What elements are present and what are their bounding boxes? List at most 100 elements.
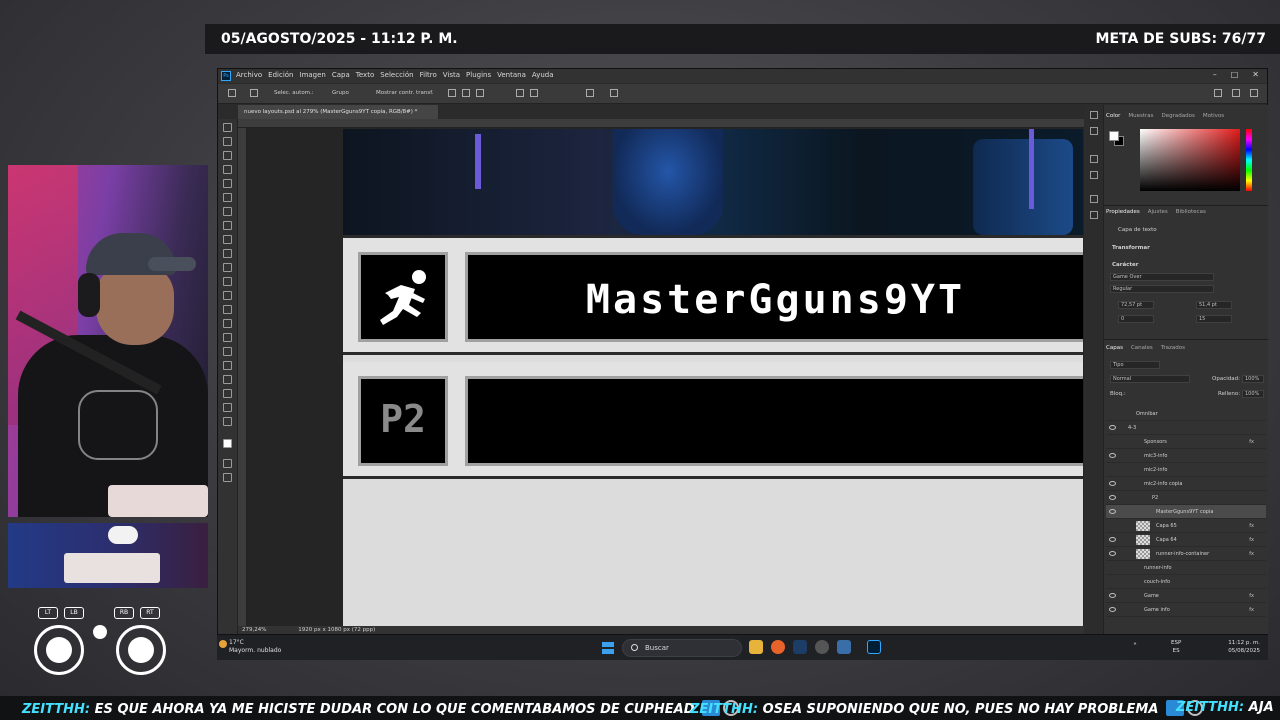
tab-paths[interactable]: Trazados xyxy=(1161,345,1185,357)
eraser-tool-icon[interactable] xyxy=(223,277,232,286)
visibility-eye-icon[interactable] xyxy=(1109,551,1116,556)
move-tool-icon[interactable] xyxy=(250,89,258,97)
visibility-eye-icon[interactable] xyxy=(1109,537,1116,542)
history-icon[interactable] xyxy=(1090,111,1098,119)
crop-tool-icon[interactable] xyxy=(223,179,232,188)
weather-widget[interactable]: 17°C Mayorm. nublado xyxy=(229,639,281,655)
language-indicator[interactable]: ESP ES xyxy=(1171,639,1181,655)
more-options-icon[interactable] xyxy=(586,89,594,97)
align-right-icon[interactable] xyxy=(476,89,484,97)
layer-row[interactable]: 4-3 xyxy=(1106,421,1266,435)
move-tool-icon[interactable] xyxy=(223,123,232,132)
hue-slider[interactable] xyxy=(1246,129,1252,191)
menu-edicion[interactable]: Edición xyxy=(268,71,293,79)
healing-tool-icon[interactable] xyxy=(223,221,232,230)
fx-icon[interactable]: fx xyxy=(1249,551,1254,557)
magic-wand-tool-icon[interactable] xyxy=(223,165,232,174)
tab-channels[interactable]: Canales xyxy=(1131,345,1153,357)
layer-row[interactable]: P2 xyxy=(1106,491,1266,505)
font-style-select[interactable]: Regular xyxy=(1110,285,1214,293)
close-icon[interactable]: ✕ xyxy=(1252,70,1259,79)
layer-row[interactable]: Omnibar xyxy=(1106,407,1266,421)
transform-section[interactable]: Transformar xyxy=(1112,245,1150,251)
zoom-level[interactable]: 279,24% xyxy=(242,627,266,633)
distribute-icon[interactable] xyxy=(516,89,524,97)
align-left-icon[interactable] xyxy=(448,89,456,97)
menu-archivo[interactable]: Archivo xyxy=(236,71,262,79)
photoshop-taskbar-icon[interactable] xyxy=(867,640,881,654)
type-tool-icon[interactable] xyxy=(223,347,232,356)
layer-row-selected[interactable]: MasterGguns9YT copia xyxy=(1106,505,1266,519)
fx-icon[interactable]: fx xyxy=(1249,537,1254,543)
eyedropper-tool-icon[interactable] xyxy=(223,207,232,216)
brush-tool-icon[interactable] xyxy=(223,235,232,244)
fx-icon[interactable]: fx xyxy=(1249,523,1254,529)
layer-row[interactable]: Sponsors fx xyxy=(1106,435,1266,449)
dodge-tool-icon[interactable] xyxy=(223,319,232,328)
tab-libraries[interactable]: Bibliotecas xyxy=(1176,209,1206,221)
leading-field[interactable]: 51,4 pt xyxy=(1196,301,1232,309)
fx-icon[interactable]: fx xyxy=(1249,439,1254,445)
adjust-icon[interactable] xyxy=(1090,171,1098,179)
layer-row[interactable]: Game fx xyxy=(1106,589,1266,603)
document-tab[interactable]: nuevo layouts.psd al 279% (MasterGguns9Y… xyxy=(238,105,438,119)
paragraph-icon[interactable] xyxy=(1090,211,1098,219)
align-center-icon[interactable] xyxy=(462,89,470,97)
tab-layers[interactable]: Capas xyxy=(1106,345,1123,357)
foreground-color-icon[interactable] xyxy=(223,439,232,448)
more-tools-icon[interactable] xyxy=(223,417,232,426)
shape-tool-icon[interactable] xyxy=(223,375,232,384)
layer-filter-select[interactable]: Tipo xyxy=(1110,361,1160,369)
zoom-tool-icon[interactable] xyxy=(223,403,232,412)
menu-imagen[interactable]: Imagen xyxy=(300,71,326,79)
font-family-select[interactable]: Game Over xyxy=(1110,273,1214,281)
app-icon[interactable] xyxy=(837,640,851,654)
screen-mode-icon[interactable] xyxy=(223,473,232,482)
player1-name[interactable]: MasterGguns9YT xyxy=(468,277,1083,323)
fx-icon[interactable]: fx xyxy=(1249,593,1254,599)
comment-icon[interactable] xyxy=(1090,127,1098,135)
blend-mode-select[interactable]: Normal xyxy=(1110,375,1190,383)
tab-gradients[interactable]: Degradados xyxy=(1162,113,1195,125)
opacity-field[interactable]: 100% xyxy=(1242,375,1264,383)
distribute-vertical-icon[interactable] xyxy=(530,89,538,97)
steam-icon[interactable] xyxy=(793,640,807,654)
quick-mask-icon[interactable] xyxy=(223,459,232,468)
marquee-tool-icon[interactable] xyxy=(223,137,232,146)
tab-patterns[interactable]: Motivos xyxy=(1203,113,1224,125)
maximize-icon[interactable]: □ xyxy=(1231,70,1239,79)
layer-row[interactable]: runner-info xyxy=(1106,561,1266,575)
group-dropdown[interactable]: Grupo xyxy=(332,90,349,96)
blur-tool-icon[interactable] xyxy=(223,305,232,314)
character-icon[interactable] xyxy=(1090,195,1098,203)
kerning-field[interactable]: 0 xyxy=(1118,315,1154,323)
firefox-icon[interactable] xyxy=(771,640,785,654)
fx-icon[interactable]: fx xyxy=(1249,607,1254,613)
lasso-tool-icon[interactable] xyxy=(223,151,232,160)
tab-swatches[interactable]: Muestras xyxy=(1128,113,1153,125)
visibility-eye-icon[interactable] xyxy=(1109,607,1116,612)
character-section[interactable]: Carácter xyxy=(1112,262,1139,268)
weather-icon[interactable] xyxy=(219,640,227,648)
layer-row[interactable]: mic3-info xyxy=(1106,449,1266,463)
layer-row[interactable]: couch-info xyxy=(1106,575,1266,589)
3d-mode-icon[interactable] xyxy=(610,89,618,97)
windows-start-icon[interactable] xyxy=(602,642,614,654)
layer-row[interactable]: mic2-info copia xyxy=(1106,477,1266,491)
document-canvas[interactable]: MasterGguns9YT P2 xyxy=(343,129,1083,626)
file-explorer-icon[interactable] xyxy=(749,640,763,654)
path-select-icon[interactable] xyxy=(223,361,232,370)
search-icon[interactable] xyxy=(1214,89,1222,97)
menu-capa[interactable]: Capa xyxy=(332,71,350,79)
foreground-swatch[interactable] xyxy=(1109,131,1119,141)
layer-row[interactable]: mic2-info xyxy=(1106,463,1266,477)
color-picker-field[interactable] xyxy=(1140,129,1240,191)
layer-row[interactable]: runner-info-container fx xyxy=(1106,547,1266,561)
visibility-eye-icon[interactable] xyxy=(1109,593,1116,598)
menu-seleccion[interactable]: Selección xyxy=(380,71,413,79)
menu-vista[interactable]: Vista xyxy=(443,71,460,79)
minimize-icon[interactable]: – xyxy=(1213,70,1217,79)
help-icon[interactable] xyxy=(1232,89,1240,97)
visibility-eye-icon[interactable] xyxy=(1109,509,1116,514)
menu-plugins[interactable]: Plugins xyxy=(466,71,491,79)
